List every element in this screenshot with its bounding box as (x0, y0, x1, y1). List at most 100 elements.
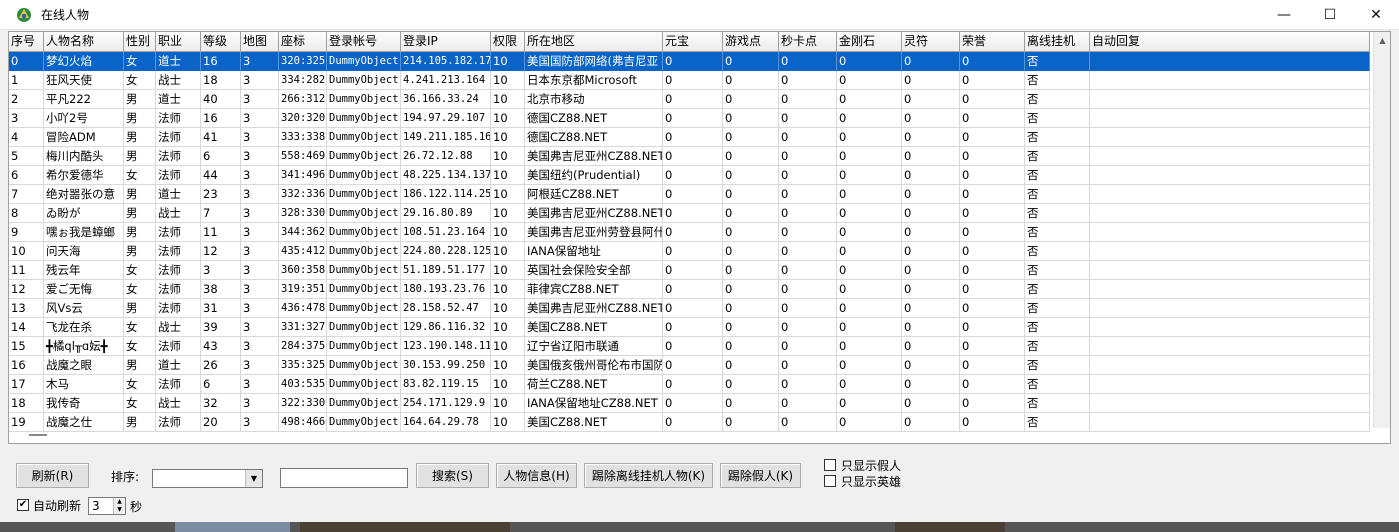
column-header[interactable]: 灵符 (902, 32, 960, 52)
maximize-button[interactable]: ☐ (1307, 0, 1353, 30)
table-cell: 0 (837, 128, 902, 147)
table-row[interactable]: 4 冒险ADM 男法师 41 3 333:338 DummyObject 149.211.18… (9, 128, 1370, 147)
table-cell (1090, 356, 1370, 375)
table-row[interactable]: 7 绝对噐张の意男道士 23 3 332:336 DummyObject 186.122.1… (9, 185, 1370, 204)
table-row[interactable]: 8 ゐ盼が男战士 7 3 328:330 DummyObject 29.16.80.89 10… (9, 204, 1370, 223)
column-header[interactable]: 自动回复 (1090, 32, 1370, 52)
table-cell: 0 (663, 71, 723, 90)
refresh-button[interactable]: 刷新(R) (16, 463, 89, 488)
column-header[interactable]: 荣誉 (960, 32, 1025, 52)
table-row[interactable]: 14 飞龙在杀女战士 39 3 331:327 DummyObject 129.86.116… (9, 318, 1370, 337)
chevron-down-icon[interactable]: ▼ (245, 470, 262, 487)
table-row[interactable]: 1 狂风天使女战士 18 3 334:282 DummyObject 4.241.213.1… (9, 71, 1370, 90)
table-cell: 0 (723, 204, 779, 223)
column-header[interactable]: 离线挂机 (1025, 32, 1090, 52)
table-cell: 0 (902, 394, 960, 413)
search-button[interactable]: 搜索(S) (416, 463, 489, 488)
table-cell: 女 (124, 337, 156, 356)
column-header[interactable]: 等级 (201, 32, 241, 52)
column-header[interactable]: 序号 (9, 32, 44, 52)
column-header[interactable]: 秒卡点 (779, 32, 837, 52)
table-cell: 38 (201, 280, 241, 299)
table-cell: 10 (491, 147, 525, 166)
table-row[interactable]: 10 问天海男法师 12 3 435:412 DummyObject 224.80.228.… (9, 242, 1370, 261)
table-cell: 3 (9, 109, 44, 128)
stepper-down-icon[interactable]: ▼ (114, 506, 125, 514)
table-cell: 0 (960, 71, 1025, 90)
table-row[interactable]: 5 梅川内酷头男法师 6 3 558:469 DummyObject 26.72.12.88… (9, 147, 1370, 166)
table-row[interactable]: 19 战魔之仕男法师 20 3 498:466 DummyObject 164.64.29.… (9, 413, 1370, 432)
table-cell: 194.97.29.107 (401, 109, 491, 128)
stepper-up-icon[interactable]: ▲ (114, 498, 125, 506)
table-row[interactable]: 2 平凡222 男道士 40 3 266:312 DummyObject 36.166.33.… (9, 90, 1370, 109)
table-cell: 战士 (156, 71, 201, 90)
table-cell: 美国俄亥俄州哥伦布市国防 (525, 356, 663, 375)
only-fake-checkbox[interactable] (824, 459, 836, 471)
close-button[interactable]: ✕ (1353, 0, 1399, 30)
column-header[interactable]: 性别 (124, 32, 156, 52)
table-cell: 0 (960, 299, 1025, 318)
table-row[interactable]: 3 小吖2号男法师 16 3 320:320 DummyObject 194.97.29.1… (9, 109, 1370, 128)
table-row[interactable]: 11 残云年女法师 3 3 360:358 DummyObject 51.189.51.17… (9, 261, 1370, 280)
table-row[interactable]: 16 战魔之眼男道士 26 3 335:325 DummyObject 30.153.99.… (9, 356, 1370, 375)
table-cell: 0 (723, 261, 779, 280)
column-header[interactable]: 金刚石 (837, 32, 902, 52)
table-cell: 224.80.228.125 (401, 242, 491, 261)
table-cell: 333:338 (279, 128, 327, 147)
table-cell: 0 (902, 166, 960, 185)
table-cell: 7 (201, 204, 241, 223)
vertical-scrollbar[interactable]: ▲ (1373, 32, 1390, 428)
auto-refresh-checkbox[interactable]: ✔ (17, 499, 29, 511)
column-header[interactable]: 登录帐号 (327, 32, 401, 52)
table-cell: 3 (241, 185, 279, 204)
table-cell: 44 (201, 166, 241, 185)
table-cell: 0 (663, 242, 723, 261)
minimize-button[interactable]: — (1261, 0, 1307, 30)
table-row[interactable]: 9 嘿ぉ我是蟑螂男法师 11 3 344:362 DummyObject 108.51.23… (9, 223, 1370, 242)
table-row[interactable]: 17 木马女法师 6 3 403:535 DummyObject 83.82.119.15 1… (9, 375, 1370, 394)
column-header[interactable]: 所在地区 (525, 32, 663, 52)
table-row[interactable]: 6 希尔爱德华女法师 44 3 341:496 DummyObject 48.225.134… (9, 166, 1370, 185)
column-header[interactable]: 地图 (241, 32, 279, 52)
table-row[interactable]: 15 ╋橘ql╥ɑ妘╋ 女法师 43 3 284:375 DummyObject 123.19… (9, 337, 1370, 356)
refresh-interval-stepper[interactable]: 3 ▲ ▼ (88, 497, 126, 515)
table-cell: 12 (201, 242, 241, 261)
table-cell: 0 (837, 223, 902, 242)
player-info-button[interactable]: 人物信息(H) (496, 463, 577, 488)
table-cell: 3 (241, 204, 279, 223)
table-cell: DummyObject (327, 90, 401, 109)
table-cell (1090, 166, 1370, 185)
table-cell: 0 (902, 147, 960, 166)
column-header[interactable]: 座标 (279, 32, 327, 52)
kick-fake-button[interactable]: 踢除假人(K) (720, 463, 801, 488)
online-players-grid[interactable]: 序号 人物名称 性别 职业 等级 地图 座标 登录帐号 登录IP 权限 所在地区 元宝 游戏点 秒卡点 金刚… (8, 31, 1391, 444)
table-cell: 9 (9, 223, 44, 242)
scroll-up-icon[interactable]: ▲ (1374, 32, 1390, 49)
column-header[interactable]: 职业 (156, 32, 201, 52)
table-cell: 德国CZ88.NET (525, 128, 663, 147)
table-row[interactable]: 13 风Vs云男法师 31 3 436:478 DummyObject 28.158.52.… (9, 299, 1370, 318)
table-cell: 0 (723, 299, 779, 318)
table-row[interactable]: 0 梦幻火焰女道士 16 3 320:325 DummyObject 214.105.182… (9, 52, 1370, 71)
kick-offline-button[interactable]: 踢除离线挂机人物(K) (584, 463, 713, 488)
table-cell: 3 (241, 71, 279, 90)
search-input[interactable] (280, 468, 408, 488)
sort-select[interactable]: ▼ (152, 469, 263, 488)
table-cell (1090, 147, 1370, 166)
table-cell: 0 (663, 204, 723, 223)
horizontal-scroll-thumb[interactable] (29, 434, 47, 436)
table-row[interactable]: 18 我传奇女战士 32 3 322:330 DummyObject 254.171.129… (9, 394, 1370, 413)
table-cell: 3 (241, 147, 279, 166)
column-header[interactable]: 元宝 (663, 32, 723, 52)
column-header[interactable]: 登录IP (401, 32, 491, 52)
table-cell: 3 (241, 318, 279, 337)
column-header[interactable]: 人物名称 (44, 32, 124, 52)
table-row[interactable]: 12 爱ご无悔女法师 38 3 319:351 DummyObject 180.193.23… (9, 280, 1370, 299)
table-cell: 0 (779, 223, 837, 242)
table-cell: IANA保留地址CZ88.NET (525, 394, 663, 413)
only-hero-checkbox[interactable] (824, 475, 836, 487)
column-header[interactable]: 权限 (491, 32, 525, 52)
table-cell: 32 (201, 394, 241, 413)
table-cell: 10 (491, 394, 525, 413)
column-header[interactable]: 游戏点 (723, 32, 779, 52)
